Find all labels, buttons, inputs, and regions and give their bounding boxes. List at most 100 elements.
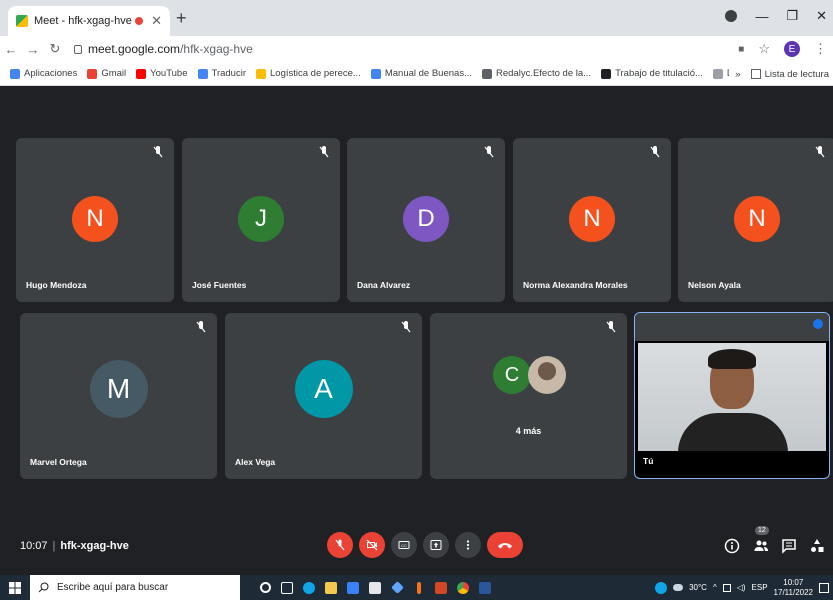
bookmark-label: Trabajo de titulació... (615, 68, 703, 79)
reading-list-button[interactable]: Lista de lectura (765, 69, 829, 80)
bookmark-label: Gmail (101, 68, 127, 79)
language-indicator[interactable]: ESP (752, 583, 768, 592)
camera-toggle-button[interactable] (359, 532, 385, 558)
browser-tab-bar: Meet - hfk-xgag-hve ✕ + — ❐ ✕ (0, 0, 833, 36)
participant-tile[interactable]: N Nelson Ayala (678, 138, 833, 302)
pin-icon[interactable] (813, 319, 823, 329)
participant-avatar: J (238, 196, 284, 242)
profile-avatar[interactable]: E (784, 41, 800, 57)
edge-icon[interactable] (298, 575, 320, 600)
captions-icon: CC (398, 541, 410, 549)
bookmark-item[interactable]: Trabajo de titulació... (601, 68, 703, 79)
more-options-button[interactable] (455, 532, 481, 558)
bookmark-item[interactable]: YouTube (136, 68, 188, 79)
chrome-icon[interactable] (452, 575, 474, 600)
leave-call-button[interactable] (487, 532, 523, 558)
tray-chevron-icon[interactable]: ^ (713, 583, 717, 592)
volume-icon[interactable]: ◁) (737, 583, 746, 592)
restore-button[interactable]: ❐ (786, 8, 798, 24)
taskbar-search[interactable]: Escribe aquí para buscar (30, 575, 240, 600)
participant-avatar: N (72, 196, 118, 242)
bookmark-icon (197, 68, 208, 79)
store-icon[interactable] (364, 575, 386, 600)
file-explorer-icon[interactable] (320, 575, 342, 600)
captions-button[interactable]: CC (391, 532, 417, 558)
task-view-icon[interactable] (276, 575, 298, 600)
dropbox-icon[interactable] (386, 575, 408, 600)
bookmark-overflow-button[interactable]: » (735, 69, 740, 80)
participant-avatar: N (734, 196, 780, 242)
bookmark-item[interactable]: Aplicaciones (10, 68, 77, 79)
search-placeholder: Escribe aquí para buscar (57, 582, 169, 593)
new-tab-button[interactable]: + (176, 8, 187, 29)
meeting-info: 10:07 | hfk-xgag-hve (20, 540, 129, 552)
help-icon[interactable] (655, 581, 668, 594)
weather-temp[interactable]: 30°C (689, 583, 707, 592)
back-icon[interactable]: ← (0, 42, 22, 57)
bookmark-icon (370, 68, 381, 79)
url-domain: meet.google.com (88, 42, 181, 56)
weather-icon (673, 584, 684, 591)
browser-tab[interactable]: Meet - hfk-xgag-hve ✕ (8, 6, 170, 36)
chat-button[interactable] (779, 536, 799, 556)
close-tab-icon[interactable]: ✕ (151, 13, 162, 29)
profile-dot-icon[interactable] (725, 10, 738, 22)
participant-name: Dana Alvarez (357, 280, 411, 290)
people-button[interactable]: 12 (751, 526, 771, 556)
participant-count-badge: 12 (755, 526, 769, 535)
self-label: Tú (643, 456, 654, 466)
more-participants-tile[interactable]: C 4 más (430, 313, 627, 479)
taskbar-clock[interactable]: 10:07 17/11/2022 (774, 578, 813, 598)
meeting-code: hfk-xgag-hve (60, 540, 129, 552)
activities-button[interactable] (807, 536, 827, 556)
mic-toggle-button[interactable] (327, 532, 353, 558)
participant-name: José Fuentes (192, 280, 247, 290)
bookmark-label: Manual de Buenas... (384, 68, 472, 79)
notifications-icon[interactable] (819, 582, 829, 593)
meeting-details-button[interactable] (722, 536, 742, 556)
self-video-header (635, 313, 829, 341)
muted-mic-icon (650, 146, 660, 158)
participant-tile[interactable]: N Norma Alexandra Morales (513, 138, 671, 302)
url-field[interactable]: meet.google.com/hfk-xgag-hve (74, 42, 253, 56)
powerpoint-icon[interactable] (430, 575, 452, 600)
present-button[interactable] (423, 532, 449, 558)
bookmark-item[interactable]: Logística de perece... (256, 68, 361, 79)
word-icon[interactable] (474, 575, 496, 600)
participant-tile[interactable]: N Hugo Mendoza (16, 138, 174, 302)
participant-tile[interactable]: J José Fuentes (182, 138, 340, 302)
participant-tile[interactable]: D Dana Alvarez (347, 138, 505, 302)
meeting-time: 10:07 (20, 540, 48, 552)
bookmark-item[interactable]: Traducir (197, 68, 246, 79)
bookmark-item[interactable]: Manual de Buenas... (370, 68, 472, 79)
participant-tile[interactable]: M Marvel Ortega (20, 313, 217, 479)
muted-mic-icon (319, 146, 329, 158)
participant-avatar: A (294, 360, 353, 418)
bookmark-star-icon[interactable]: ☆ (758, 41, 770, 57)
more-participant-photo (528, 356, 566, 394)
forward-icon[interactable]: → (22, 42, 44, 57)
app-icon[interactable] (408, 575, 430, 600)
meet-favicon-icon (16, 15, 28, 27)
bookmark-item[interactable]: Redalyc.Efecto de la... (482, 68, 591, 79)
more-vert-icon (466, 540, 470, 550)
camera-indicator-icon[interactable]: ■ (738, 44, 744, 55)
clock-date: 17/11/2022 (773, 587, 813, 597)
bookmark-icon (87, 68, 98, 79)
bookmark-item[interactable]: Gmail (87, 68, 126, 79)
cortana-icon[interactable] (254, 575, 276, 600)
tab-title: Meet - hfk-xgag-hve (34, 15, 132, 27)
minimize-button[interactable]: — (755, 9, 768, 24)
participant-tile[interactable]: A Alex Vega (225, 313, 422, 479)
more-participant-avatar: C (493, 356, 531, 394)
close-window-button[interactable]: ✕ (816, 8, 827, 24)
windows-logo-icon (9, 581, 21, 594)
self-video-tile[interactable]: Tú (634, 312, 830, 479)
reload-icon[interactable]: ↻ (44, 41, 66, 57)
menu-icon[interactable]: ⋮ (814, 41, 827, 57)
address-bar: ← → ↻ meet.google.com/hfk-xgag-hve ■ ☆ E… (0, 36, 833, 62)
mail-icon[interactable] (342, 575, 364, 600)
network-icon[interactable] (722, 583, 731, 592)
svg-text:CC: CC (401, 543, 407, 548)
start-button[interactable] (0, 575, 30, 600)
